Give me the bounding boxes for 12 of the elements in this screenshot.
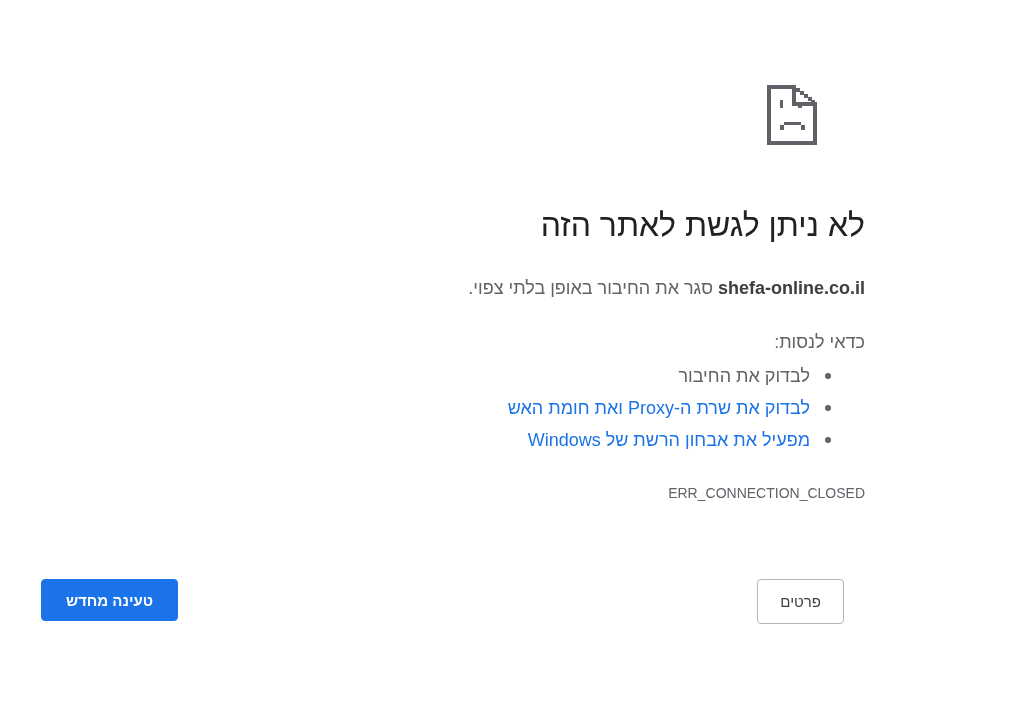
bullet-icon [825,437,831,443]
suggestions-title: כדאי לנסות: [774,331,865,354]
page-heading: לא ניתן לגשת לאתר הזה [540,206,865,245]
suggestion-link[interactable]: לבדוק את שרת ה-Proxy ואת חומת האש [507,396,810,420]
suggestion-link[interactable]: מפעיל את אבחון הרשת של Windows [527,428,810,452]
bullet-icon [825,405,831,411]
reload-button[interactable]: טעינה מחדש [41,579,179,621]
suggestion-text: לבדוק את החיבור [678,365,810,388]
sad-document-icon [767,85,817,145]
error-code: ERR_CONNECTION_CLOSED [668,484,865,503]
bullet-icon [825,373,831,379]
details-button[interactable]: פרטים [757,579,844,624]
